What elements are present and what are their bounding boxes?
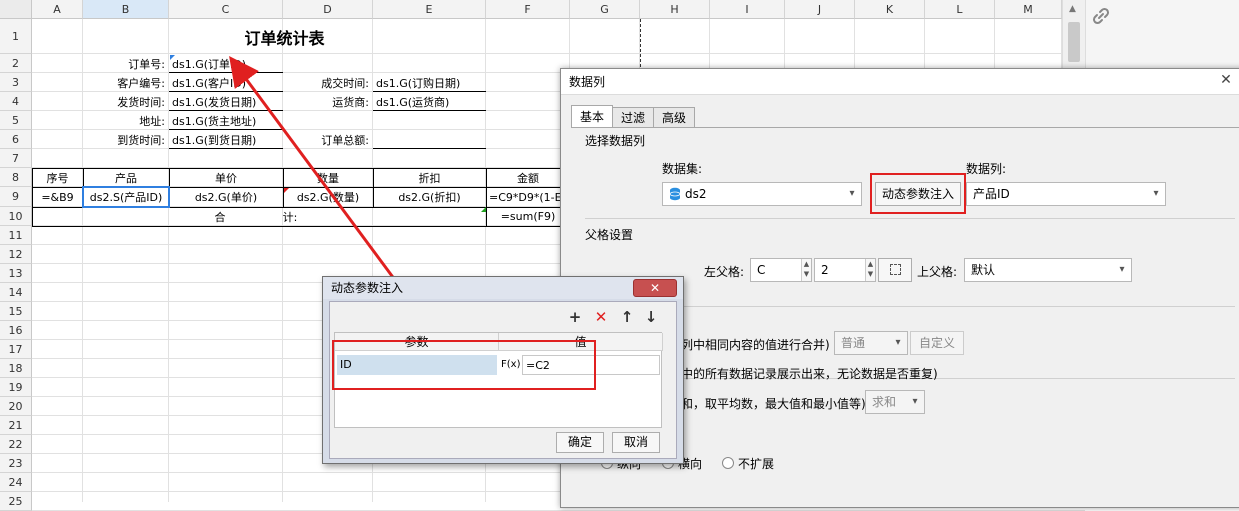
cancel-button[interactable]: 取消 [612,432,660,453]
highlight-box [332,340,596,390]
move-down-icon[interactable]: ↓ [642,308,660,326]
close-icon[interactable]: ✕ [633,279,677,297]
param-dialog-body: + ✕ ↑ ↓ 参数 值 ID F(x) =C2 确定 取消 [329,301,677,459]
ok-button[interactable]: 确定 [556,432,604,453]
delete-icon[interactable]: ✕ [592,308,610,326]
move-up-icon[interactable]: ↑ [618,308,636,326]
dynamic-param-dialog[interactable]: 动态参数注入 ✕ + ✕ ↑ ↓ 参数 值 ID F(x) =C2 确定 取消 [322,276,684,464]
param-dialog-title: 动态参数注入 [323,277,683,299]
add-icon[interactable]: + [566,308,584,326]
